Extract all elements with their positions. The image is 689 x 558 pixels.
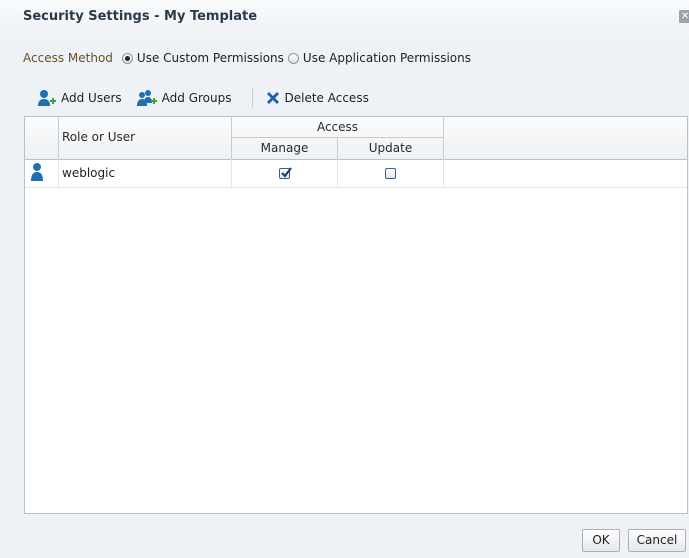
column-update[interactable]: Update — [338, 138, 444, 159]
column-manage[interactable]: Manage — [232, 138, 338, 159]
radio-application-permissions[interactable] — [287, 52, 299, 64]
role-or-user-cell: weblogic — [59, 159, 232, 187]
add-groups-label: Add Groups — [161, 91, 232, 105]
access-method-row: Access Method Use Custom Permissions Use… — [23, 50, 475, 66]
ok-button[interactable]: OK — [582, 529, 620, 552]
table-header: Role or User Access Manage Update — [25, 117, 687, 160]
radio-custom-permissions[interactable] — [121, 52, 133, 64]
checkmark-icon — [281, 167, 292, 178]
delete-x-icon — [266, 92, 279, 104]
update-checkbox[interactable] — [385, 168, 396, 179]
row-icon-cell — [25, 159, 59, 187]
column-filler — [444, 117, 687, 159]
manage-checkbox[interactable] — [279, 167, 292, 179]
add-groups-button[interactable]: Add Groups — [136, 89, 232, 107]
add-users-label: Add Users — [61, 91, 122, 105]
add-user-icon — [38, 90, 56, 106]
column-role-or-user[interactable]: Role or User — [59, 117, 232, 159]
radio-custom-permissions-label[interactable]: Use Custom Permissions — [137, 51, 284, 65]
close-icon[interactable]: ✕ — [679, 10, 689, 23]
dialog-title: Security Settings - My Template — [23, 9, 258, 24]
radio-application-permissions-label[interactable]: Use Application Permissions — [303, 51, 471, 65]
toolbar-separator — [251, 88, 253, 108]
security-settings-dialog: Security Settings - My Template ✕ Access… — [0, 0, 689, 558]
delete-access-label: Delete Access — [284, 91, 369, 105]
delete-access-button[interactable]: Delete Access — [265, 90, 369, 106]
column-group-access: Access — [232, 117, 444, 138]
permissions-table: Role or User Access Manage Update weblog… — [24, 116, 688, 514]
access-method-label: Access Method — [23, 51, 113, 65]
manage-cell — [232, 159, 338, 187]
permissions-toolbar: Add Users Add Groups Delete Access — [37, 88, 383, 108]
add-users-button[interactable]: Add Users — [37, 89, 122, 107]
row-header-column — [25, 117, 59, 159]
user-icon — [31, 163, 43, 181]
update-cell — [338, 159, 444, 187]
add-group-icon — [136, 90, 157, 106]
cancel-button[interactable]: Cancel — [628, 529, 686, 552]
table-row[interactable]: weblogic — [25, 159, 687, 188]
